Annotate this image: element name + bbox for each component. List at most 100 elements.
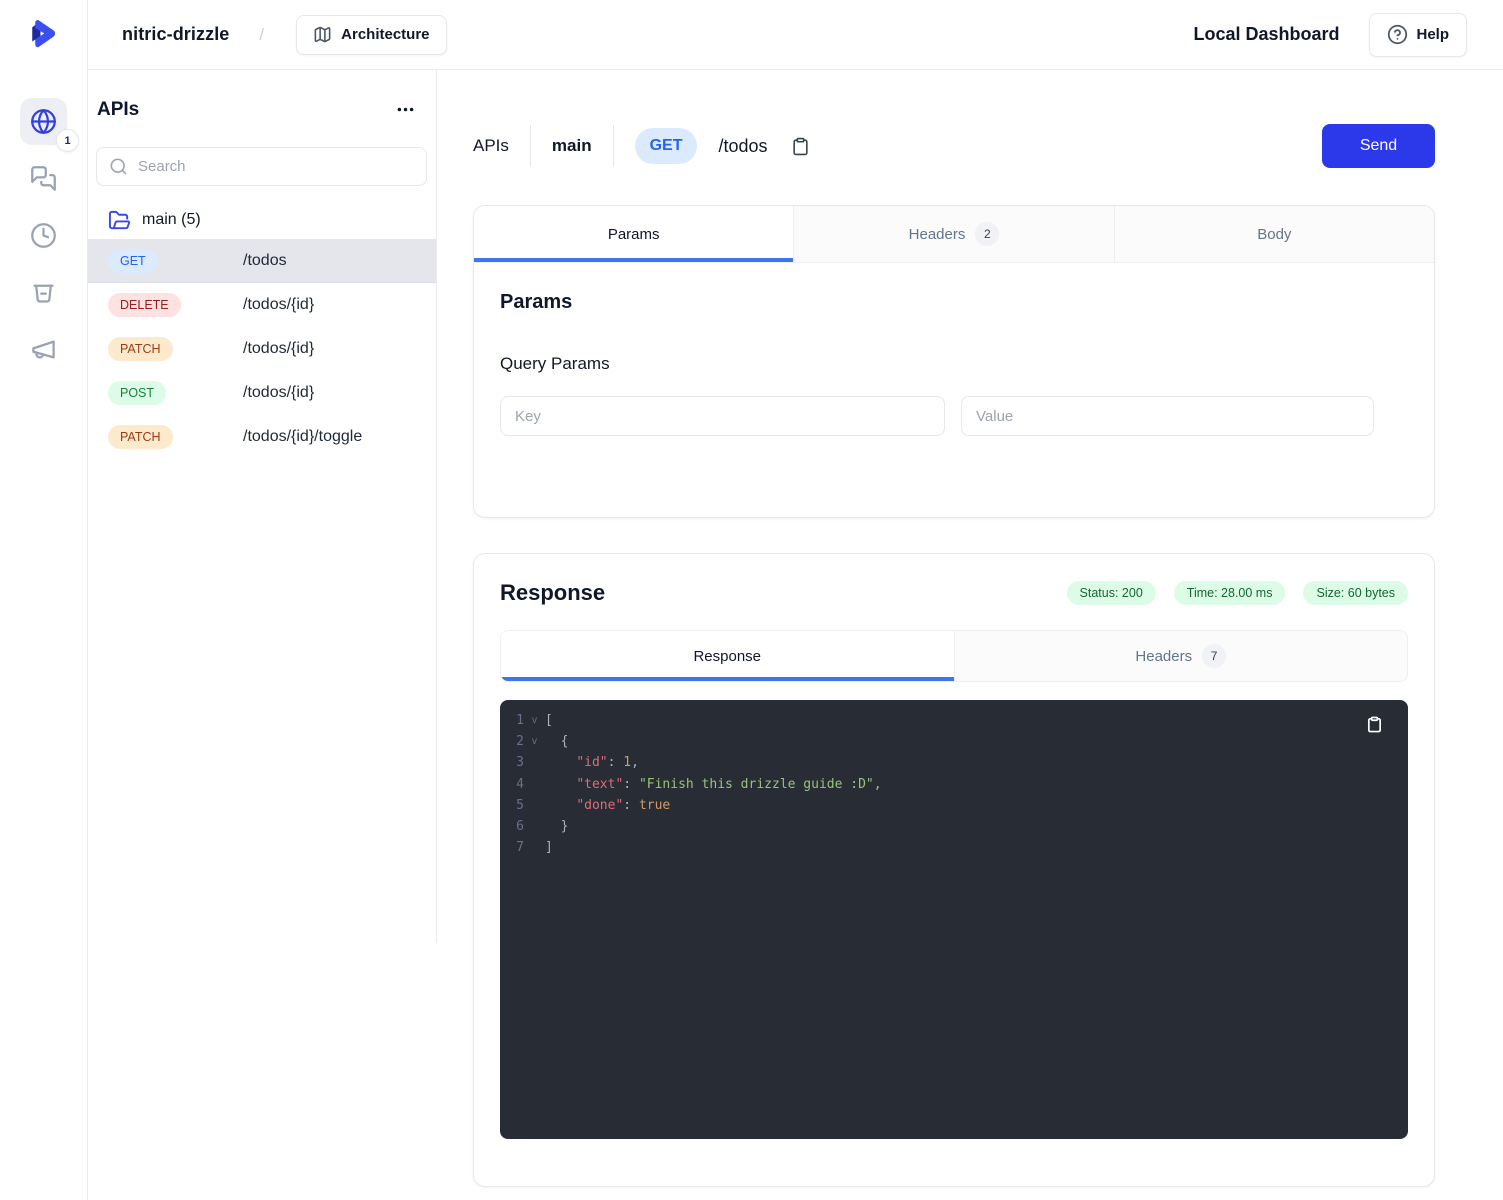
- endpoint-path: /todos: [243, 252, 287, 270]
- tab-label: Body: [1257, 226, 1291, 243]
- query-key-input[interactable]: [500, 396, 945, 436]
- tab-label: Response: [693, 648, 761, 665]
- fold-gutter: [524, 752, 545, 773]
- query-value-input[interactable]: [961, 396, 1374, 436]
- response-tab-response[interactable]: Response: [501, 631, 954, 681]
- line-number: 7: [500, 837, 524, 858]
- request-tabs: Params Headers2 Body: [474, 206, 1434, 263]
- code-line: 4 "text": "Finish this drizzle guide :D"…: [500, 774, 1408, 795]
- request-tab-params[interactable]: Params: [474, 206, 793, 262]
- method-badge: PATCH: [108, 337, 173, 361]
- rail-item-storage[interactable]: [20, 269, 67, 316]
- request-tab-headers[interactable]: Headers2: [793, 206, 1113, 262]
- fold-gutter: [524, 795, 545, 816]
- status-badge: Size: 60 bytes: [1303, 581, 1408, 605]
- line-number: 5: [500, 795, 524, 816]
- code-text: "text": "Finish this drizzle guide :D",: [545, 774, 882, 795]
- status-badge: Time: 28.00 ms: [1174, 581, 1286, 605]
- sidebar-menu-button[interactable]: [391, 95, 420, 124]
- clock-icon: [30, 222, 57, 249]
- method-badge: GET: [108, 249, 158, 273]
- send-button[interactable]: Send: [1322, 124, 1435, 168]
- fold-gutter: [524, 816, 545, 837]
- endpoint-path: /todos/{id}/toggle: [243, 428, 362, 446]
- folder-label: main (5): [142, 211, 201, 229]
- request-path: /todos: [718, 136, 767, 157]
- breadcrumb-api: main: [552, 136, 592, 156]
- line-number: 2: [500, 731, 524, 752]
- bucket-icon: [30, 279, 57, 306]
- search-input[interactable]: [138, 158, 414, 175]
- endpoint-list: GET/todosDELETE/todos/{id}PATCH/todos/{i…: [88, 239, 436, 459]
- architecture-label: Architecture: [341, 26, 429, 43]
- request-card: Params Headers2 Body Params Query Params: [473, 205, 1435, 518]
- endpoint-row[interactable]: POST/todos/{id}: [88, 371, 436, 415]
- ellipsis-icon: [395, 99, 416, 120]
- code-line: 2v {: [500, 731, 1408, 752]
- endpoint-path: /todos/{id}: [243, 296, 314, 314]
- fold-gutter: [524, 837, 545, 858]
- help-label: Help: [1416, 26, 1449, 43]
- code-line: 7]: [500, 837, 1408, 858]
- map-icon: [313, 25, 332, 44]
- divider: [530, 125, 531, 167]
- rail-item-apis[interactable]: 1: [20, 98, 67, 145]
- rail-item-topics[interactable]: [20, 326, 67, 373]
- chat-bubbles-icon: [30, 165, 57, 192]
- page-title: Local Dashboard: [1193, 24, 1339, 45]
- fold-chevron-icon[interactable]: v: [524, 710, 545, 731]
- sidebar-heading: APIs: [97, 99, 139, 121]
- code-lines: 1v[2v {3 "id": 1,4 "text": "Finish this …: [500, 710, 1408, 858]
- request-breadcrumb: APIs main GET /todos: [473, 125, 812, 167]
- tab-label: Params: [608, 226, 660, 243]
- response-tabs: Response Headers7: [500, 630, 1408, 682]
- endpoint-path: /todos/{id}: [243, 340, 314, 358]
- search-box: [96, 147, 427, 186]
- copy-path-button[interactable]: [789, 135, 812, 158]
- response-status-badges: Status: 200Time: 28.00 msSize: 60 bytes: [1067, 581, 1408, 605]
- method-badge: POST: [108, 381, 166, 405]
- code-line: 6 }: [500, 816, 1408, 837]
- code-text: "done": true: [545, 795, 670, 816]
- endpoint-row[interactable]: DELETE/todos/{id}: [88, 283, 436, 327]
- endpoint-row[interactable]: GET/todos: [88, 239, 436, 283]
- code-line: 3 "id": 1,: [500, 752, 1408, 773]
- breadcrumb-root: APIs: [473, 136, 509, 156]
- api-folder[interactable]: main (5): [88, 204, 436, 236]
- app-window: 1: [0, 0, 1503, 1200]
- code-text: "id": 1,: [545, 752, 639, 773]
- code-text: {: [545, 731, 568, 752]
- line-number: 6: [500, 816, 524, 837]
- code-line: 5 "done": true: [500, 795, 1408, 816]
- response-code-block: 1v[2v {3 "id": 1,4 "text": "Finish this …: [500, 700, 1408, 1139]
- line-number: 3: [500, 752, 524, 773]
- response-tab-headers[interactable]: Headers7: [954, 631, 1408, 681]
- tab-label: Headers: [1135, 648, 1192, 665]
- code-text: }: [545, 816, 568, 837]
- nav-rail: 1: [0, 0, 88, 1200]
- clipboard-icon: [791, 137, 810, 156]
- api-count-badge: 1: [56, 129, 79, 152]
- endpoint-row[interactable]: PATCH/todos/{id}/toggle: [88, 415, 436, 459]
- project-name: nitric-drizzle: [122, 24, 229, 45]
- fold-chevron-icon[interactable]: v: [524, 731, 545, 752]
- method-pill: GET: [635, 128, 698, 164]
- request-panel: APIs main GET /todos Send: [437, 70, 1503, 1200]
- rail-item-websockets[interactable]: [20, 155, 67, 202]
- help-button[interactable]: Help: [1369, 13, 1467, 57]
- request-tab-body[interactable]: Body: [1114, 206, 1434, 262]
- code-text: [: [545, 710, 553, 731]
- response-heading: Response: [500, 580, 605, 606]
- nitric-logo[interactable]: [0, 0, 87, 70]
- endpoint-row[interactable]: PATCH/todos/{id}: [88, 327, 436, 371]
- globe-icon: [30, 108, 57, 135]
- breadcrumb-separator: /: [259, 25, 264, 45]
- folder-open-icon: [108, 209, 131, 232]
- line-number: 4: [500, 774, 524, 795]
- rail-item-schedules[interactable]: [20, 212, 67, 259]
- tab-label: Headers: [909, 226, 966, 243]
- copy-response-button[interactable]: [1366, 715, 1383, 734]
- method-badge: DELETE: [108, 293, 181, 317]
- architecture-button[interactable]: Architecture: [296, 15, 446, 55]
- query-params-heading: Query Params: [500, 354, 1408, 374]
